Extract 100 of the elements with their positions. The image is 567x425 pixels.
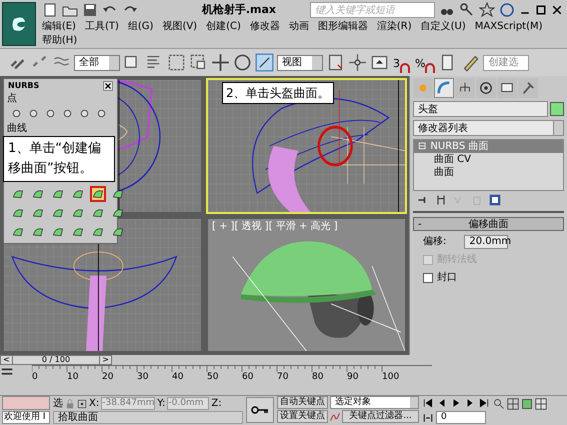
snap-toggle[interactable]: 3 (392, 52, 411, 72)
curve-icon[interactable] (330, 412, 340, 422)
command-panel-tab[interactable] (455, 78, 475, 98)
surface-tool-icon[interactable] (112, 188, 124, 200)
target-icon (479, 81, 493, 95)
rollout-header[interactable]: - 偏移曲面 (413, 217, 564, 231)
key-mode-button[interactable] (246, 397, 274, 423)
section-label: 点 (7, 92, 18, 105)
key-filters-button[interactable]: 关键点过滤器... (342, 410, 419, 423)
move-icon[interactable] (211, 53, 230, 72)
menu-item[interactable]: 创建(C) (206, 20, 241, 34)
surface-tool-icon[interactable] (32, 207, 44, 219)
nurbs-tool-icon[interactable] (10, 107, 23, 120)
rotate-icon[interactable] (233, 53, 252, 72)
command-panel-tab[interactable] (497, 78, 517, 98)
zoom-all-icon[interactable] (507, 398, 519, 410)
surface-tool-icon[interactable] (72, 226, 84, 238)
nurbs-tool-icon[interactable] (44, 107, 57, 120)
nurbs-tool-icon[interactable] (27, 107, 40, 120)
frame-number: 60 (242, 372, 254, 382)
surface-tool-icon[interactable] (52, 207, 64, 219)
go-to-end-icon[interactable] (478, 398, 490, 408)
close-icon[interactable] (551, 4, 563, 16)
menu-item[interactable]: 工具(T) (84, 20, 119, 34)
menu-item[interactable]: 组(G) (128, 20, 154, 34)
show-end-result-icon[interactable] (435, 194, 447, 206)
menu-item[interactable]: MAXScript(M) (474, 20, 543, 34)
zoom-icon[interactable] (493, 398, 505, 410)
menu-item[interactable]: 动画 (288, 20, 309, 34)
command-panel-tab[interactable] (476, 78, 496, 98)
surface-tool-icon[interactable] (52, 226, 64, 238)
selection-filter-dropdown[interactable]: 全部 (74, 54, 120, 70)
go-to-start-icon[interactable] (422, 398, 434, 408)
surface-tool-icon[interactable] (72, 188, 84, 200)
menu-item[interactable]: 视图(V) (162, 20, 198, 34)
key-icon (251, 406, 269, 414)
save-icon[interactable] (82, 2, 98, 18)
section-label: 曲线 (7, 122, 28, 135)
set-key-button[interactable]: 设置关键点 (277, 410, 328, 423)
stack-item[interactable]: ⊟ NURBS 曲面 (414, 140, 563, 153)
pivot-icon[interactable] (326, 53, 345, 72)
modifier-list-dropdown[interactable]: 修改器列表 (413, 120, 564, 136)
surface-tool-icon[interactable] (112, 207, 124, 219)
window-crossing-icon[interactable] (189, 53, 208, 72)
surface-tool-icon[interactable] (92, 207, 104, 219)
nurbs-tool-icon[interactable] (61, 107, 74, 120)
nurbs-tool-icon[interactable] (95, 107, 108, 120)
surface-tool-icon[interactable] (72, 207, 84, 219)
listener-field[interactable]: 欢迎使用 I (2, 411, 50, 424)
app-logo-button[interactable] (2, 2, 36, 46)
stack-sub-item[interactable]: 曲面 CV (414, 153, 563, 166)
hammer-icon (521, 81, 535, 95)
zoom-extents-all-icon[interactable] (535, 398, 547, 410)
zoom-extents-icon[interactable] (521, 398, 533, 410)
scale-icon[interactable] (255, 53, 274, 72)
configure-sets-icon[interactable] (489, 194, 501, 206)
edit-named-selection-icon[interactable] (461, 53, 480, 72)
frame-number: 0 (32, 372, 39, 382)
checkbox[interactable]: 封口 (413, 270, 564, 285)
object-name-field[interactable]: 头盔 (413, 101, 548, 117)
surface-tool-icon[interactable] (12, 207, 24, 219)
menu-item[interactable]: 渲染(R) (376, 20, 412, 34)
close-icon[interactable] (103, 80, 113, 90)
field-label: 偏移: (423, 235, 446, 249)
menu-item[interactable]: 自定义(U) (420, 20, 466, 34)
selection-lock-label: 选 (53, 396, 63, 411)
star-icon[interactable] (479, 2, 495, 18)
menu-item[interactable]: 帮助(H) (42, 34, 78, 48)
surface-tool-icon[interactable] (32, 226, 44, 238)
key-mode-toggle-icon[interactable] (422, 412, 434, 422)
rectangle-selection-icon[interactable] (167, 53, 186, 72)
manipulate-icon[interactable] (348, 53, 367, 72)
surface-tool-icon[interactable] (12, 188, 24, 200)
help-icon[interactable] (499, 2, 515, 18)
maximize-icon[interactable] (535, 4, 547, 16)
magnet-icon (425, 62, 436, 72)
keyboard-shortcut-icon[interactable] (370, 53, 389, 72)
key-mode-dropdown[interactable]: 选定对象 (330, 396, 419, 409)
key-icon[interactable] (459, 2, 475, 18)
menu-item[interactable]: 编辑(E) (42, 20, 76, 34)
search-field[interactable]: 键入关键字或短语 (310, 2, 435, 18)
offset-spinner[interactable]: 20.0mm (464, 234, 508, 248)
surface-tool-icon[interactable] (32, 188, 44, 200)
surface-tool-icon[interactable] (12, 226, 24, 238)
time-slider[interactable]: < 0 / 100 > (0, 355, 112, 365)
object-color-swatch[interactable] (550, 102, 564, 116)
named-selection-field[interactable]: 创建选 (483, 54, 530, 70)
surface-tool-icon[interactable] (92, 226, 104, 238)
current-frame-field[interactable]: 0 (436, 411, 486, 424)
menu-item[interactable]: 图形编辑器 (318, 20, 368, 34)
absolute-mode-icon[interactable] (77, 398, 87, 408)
surface-tool-icon[interactable] (112, 226, 124, 238)
new-file-icon[interactable] (42, 2, 58, 18)
coordinate-system-dropdown[interactable]: 视图 (277, 54, 323, 70)
menu-item[interactable]: 修改器 (250, 20, 280, 34)
nurbs-tool-icon[interactable] (78, 107, 91, 120)
snap-toggle[interactable]: % (414, 52, 436, 72)
surface-tool-icon[interactable] (52, 188, 64, 200)
stack-sub-item[interactable]: 曲面 (414, 166, 563, 179)
auto-key-button[interactable]: 自动关键点 (277, 396, 328, 409)
